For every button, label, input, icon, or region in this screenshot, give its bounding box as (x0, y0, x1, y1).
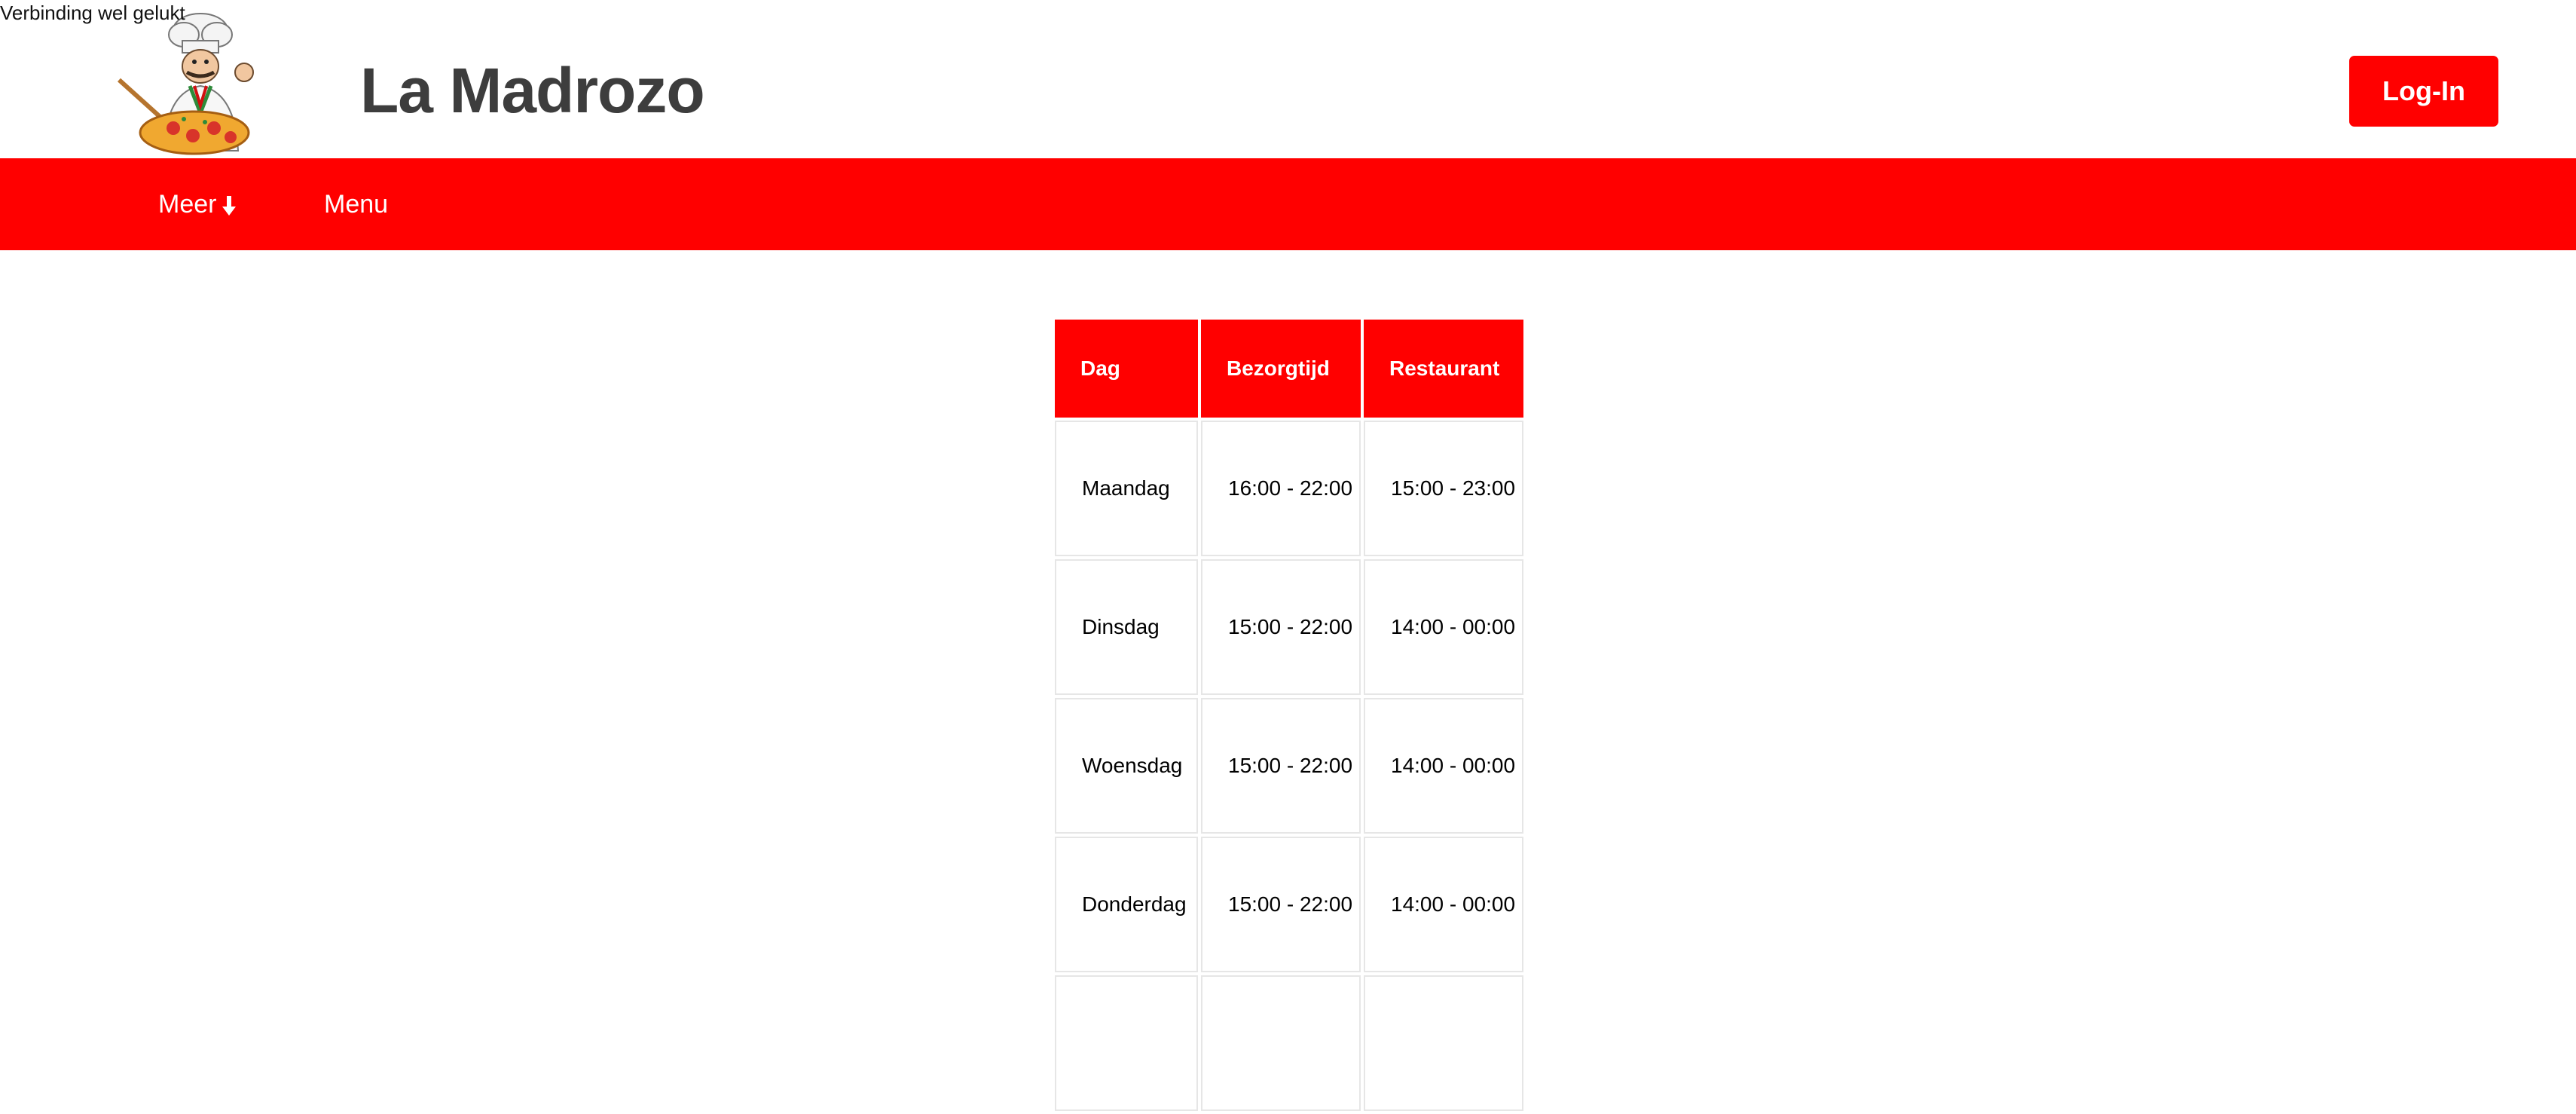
nav-meer-label: Meer (158, 189, 217, 219)
cell-delivery-time: 15:00 - 22:00 (1201, 559, 1361, 695)
login-button[interactable]: Log-In (2349, 56, 2498, 127)
cell-restaurant-time: 14:00 - 00:00 (1364, 698, 1523, 834)
chef-logo[interactable] (112, 8, 277, 158)
table-row: Donderdag 15:00 - 22:00 14:00 - 00:00 (1055, 837, 1523, 972)
main-navbar: Meer Menu (0, 158, 2576, 250)
cell-day: Maandag (1055, 421, 1198, 556)
arrow-down-icon (222, 196, 237, 216)
site-header: La Madrozo Log-In (0, 0, 2576, 158)
cell-day: Woensdag (1055, 698, 1198, 834)
opening-hours-table: Dag Bezorgtijd Restaurant Maandag 16:00 … (1052, 317, 1526, 1114)
header-dag: Dag (1055, 320, 1198, 418)
table-header-row: Dag Bezorgtijd Restaurant (1055, 320, 1523, 418)
nav-item-menu[interactable]: Menu (324, 158, 388, 250)
cell-day (1055, 975, 1198, 1111)
cell-delivery-time: 16:00 - 22:00 (1201, 421, 1361, 556)
table-row: Woensdag 15:00 - 22:00 14:00 - 00:00 (1055, 698, 1523, 834)
cell-day: Dinsdag (1055, 559, 1198, 695)
header-restaurant: Restaurant (1364, 320, 1523, 418)
cell-delivery-time: 15:00 - 22:00 (1201, 698, 1361, 834)
connection-status-text: Verbinding wel gelukt (0, 2, 185, 24)
cell-delivery-time (1201, 975, 1361, 1111)
table-row (1055, 975, 1523, 1111)
cell-restaurant-time: 14:00 - 00:00 (1364, 559, 1523, 695)
cell-day: Donderdag (1055, 837, 1198, 972)
header-bezorgtijd: Bezorgtijd (1201, 320, 1361, 418)
cell-restaurant-time (1364, 975, 1523, 1111)
site-title: La Madrozo (360, 55, 705, 126)
cell-delivery-time: 15:00 - 22:00 (1201, 837, 1361, 972)
cell-restaurant-time: 14:00 - 00:00 (1364, 837, 1523, 972)
nav-item-meer[interactable]: Meer (158, 158, 237, 250)
table-row: Maandag 16:00 - 22:00 15:00 - 23:00 (1055, 421, 1523, 556)
table-row: Dinsdag 15:00 - 22:00 14:00 - 00:00 (1055, 559, 1523, 695)
cell-restaurant-time: 15:00 - 23:00 (1364, 421, 1523, 556)
